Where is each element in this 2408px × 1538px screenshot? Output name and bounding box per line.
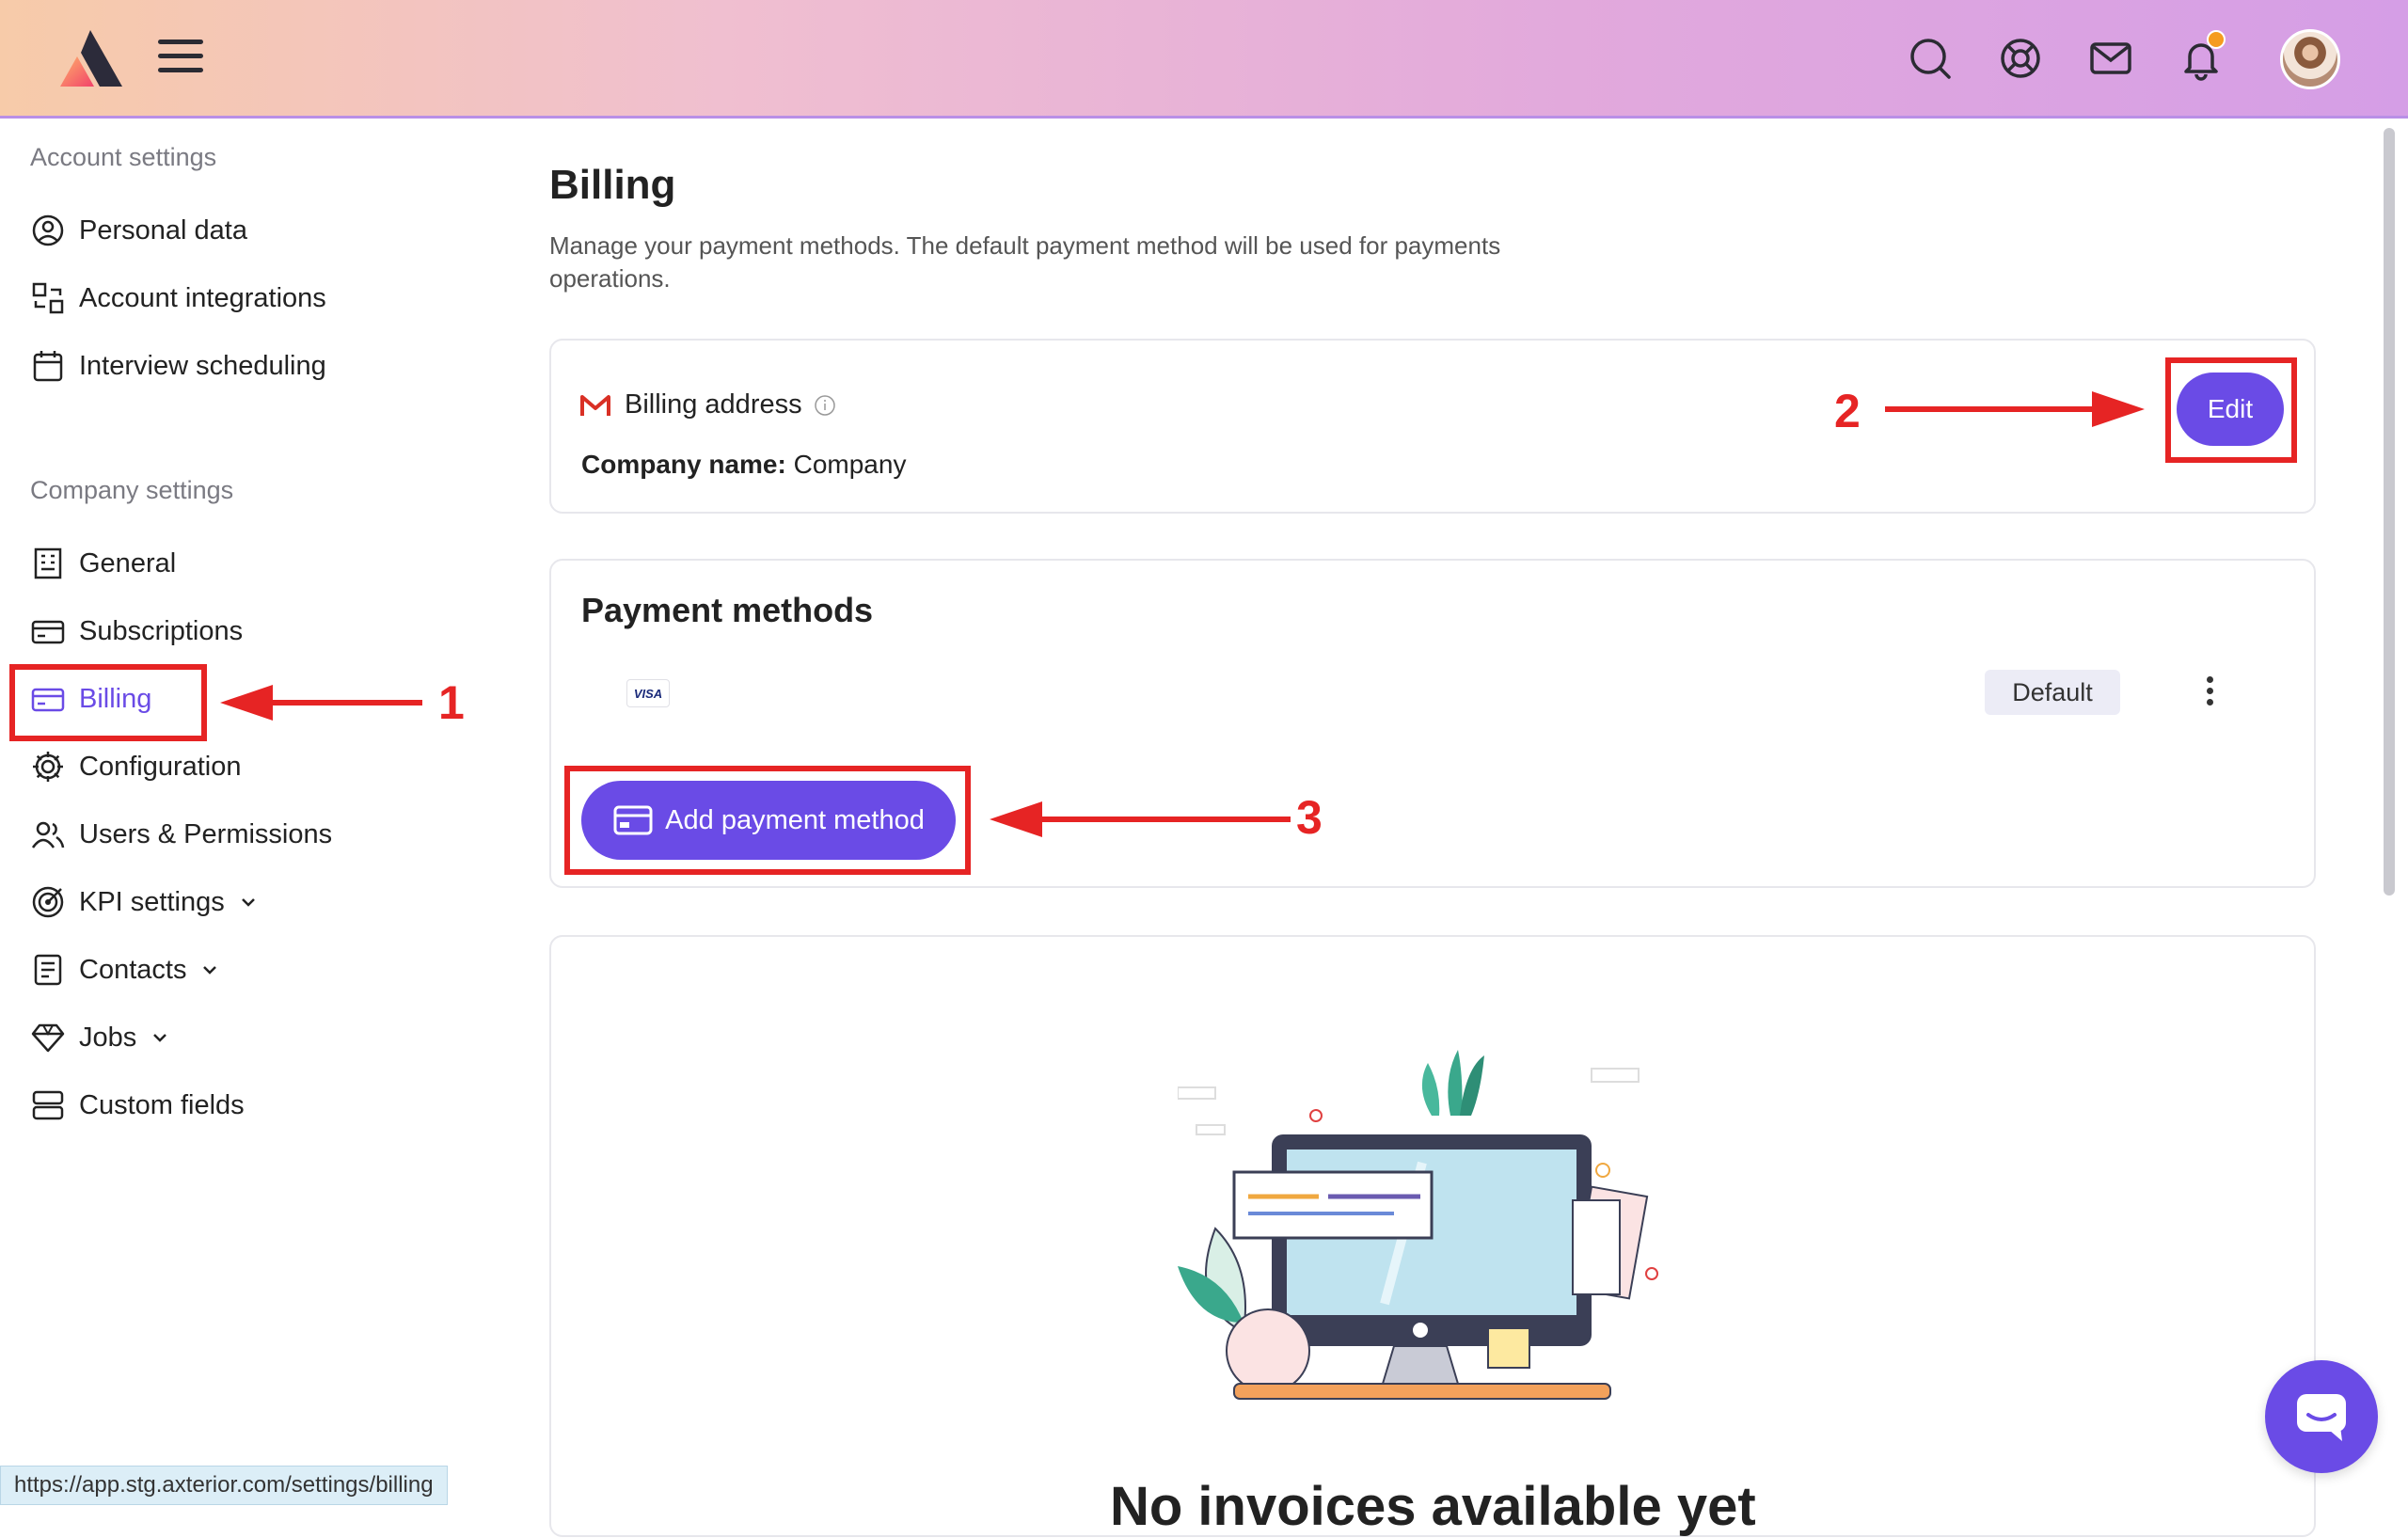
user-circle-icon [32,214,64,246]
sidebar-item-label: Custom fields [79,1089,245,1120]
top-bar [0,0,2408,119]
empty-invoices-illustration [1178,1050,1658,1400]
target-icon [32,886,64,918]
sidebar-item-custom-fields[interactable]: Custom fields [30,1081,245,1130]
sidebar-item-subscriptions[interactable]: Subscriptions [30,607,243,656]
sidebar-item-general[interactable]: General [30,539,176,588]
calendar-icon [33,351,63,382]
callout-box-edit [2165,357,2297,463]
visa-card-icon: VISA [626,679,670,707]
chat-bubble-icon [2297,1394,2346,1441]
notification-dot [2207,30,2226,49]
sidebar-item-label: Jobs [79,1022,137,1053]
default-badge: Default [1985,670,2120,715]
billing-address-label: Billing address [625,389,802,420]
sidebar-item-label: Users & Permissions [79,818,333,849]
sidebar-item-configuration[interactable]: Configuration [30,742,242,791]
callout-box-add-payment [564,766,971,875]
payment-methods-title: Payment methods [581,591,874,629]
chat-support-button[interactable] [2265,1360,2378,1473]
sidebar-item-users-permissions[interactable]: Users & Permissions [30,810,332,859]
users-icon [31,821,65,848]
status-bar-url: https://app.stg.axterior.com/settings/bi… [0,1466,448,1505]
company-name-value: Company [793,450,907,479]
company-name-row: Company name: Company [581,450,906,480]
callout-arrow-2 [1885,391,2145,427]
callout-arrow-3 [990,801,1291,837]
gear-icon [33,752,63,782]
sidebar-item-personal-data[interactable]: Personal data [30,206,247,255]
avatar[interactable] [2280,29,2340,89]
callout-number-3: 3 [1296,791,1323,844]
callout-number-2: 2 [1834,385,1861,437]
sidebar-item-kpi-settings[interactable]: KPI settings [30,878,272,927]
sidebar-item-label: Account integrations [79,282,326,313]
sidebar-item-label: Configuration [79,751,242,782]
app-logo-icon[interactable] [56,28,124,90]
info-icon[interactable] [814,394,836,417]
sidebar-item-label: Subscriptions [79,615,244,646]
sidebar-item-label: KPI settings [79,886,225,917]
hamburger-menu-icon[interactable] [158,40,203,77]
sidebar-item-contacts[interactable]: Contacts [30,945,233,994]
vertical-scrollbar[interactable] [2384,128,2395,896]
chevron-down-icon[interactable] [150,1027,170,1048]
mail-icon[interactable] [2086,34,2135,83]
account-settings-heading: Account settings [30,143,217,171]
sidebar-item-label: Interview scheduling [79,350,326,381]
search-icon[interactable] [1906,34,1955,83]
no-invoices-text: No invoices available yet [1110,1476,1756,1537]
contacts-icon [34,954,62,986]
sidebar-item-label: Personal data [79,214,247,246]
callout-number-1: 1 [438,676,465,729]
custom-fields-icon [32,1090,64,1120]
chevron-down-icon[interactable] [199,959,220,980]
sidebar-item-jobs[interactable]: Jobs [30,1013,183,1062]
diamond-icon [31,1023,65,1053]
subscriptions-icon [31,620,65,644]
more-options-icon[interactable] [2195,674,2224,711]
callout-box-billing [9,664,207,741]
page-description: Manage your payment methods. The default… [549,231,1501,293]
chevron-down-icon[interactable] [238,892,259,912]
sidebar-item-interview-scheduling[interactable]: Interview scheduling [30,341,326,390]
gmail-icon [580,394,610,416]
help-lifebuoy-icon[interactable] [1996,34,2045,83]
sidebar-item-label: General [79,547,177,579]
company-name-label: Company name: [581,450,786,479]
sidebar-item-account-integrations[interactable]: Account integrations [30,274,326,323]
company-settings-heading: Company settings [30,476,234,504]
building-icon [34,547,62,579]
integrations-icon [32,282,64,314]
billing-address-header: Billing address [579,389,836,420]
page-title: Billing [549,162,676,208]
sidebar-item-label: Contacts [79,954,187,985]
callout-arrow-1 [220,685,422,721]
